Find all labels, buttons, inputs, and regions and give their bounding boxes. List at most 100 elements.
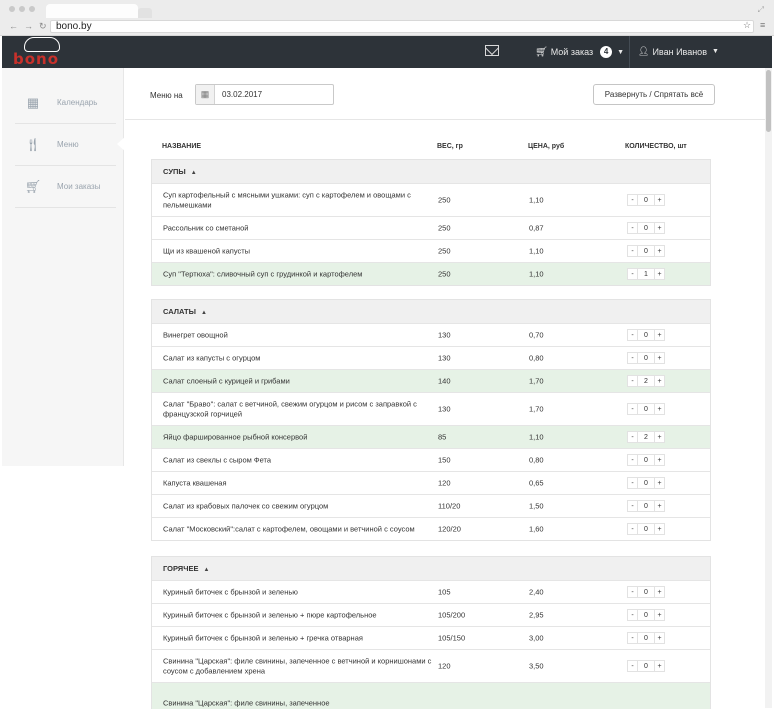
decrement-button[interactable]: - [627,403,638,415]
increment-button[interactable]: + [654,375,665,387]
collapse-toggle-icon[interactable]: ▲ [191,170,197,176]
dish-name: Свинина "Царская": филе свинины, запечен… [163,697,330,707]
quantity-stepper: -2 + [627,431,665,443]
quantity-input[interactable]: 0 [638,500,654,512]
increment-button[interactable]: + [654,586,665,598]
decrement-button[interactable]: - [627,523,638,535]
quantity-input[interactable]: 1 [638,268,654,280]
increment-button[interactable]: + [654,245,665,257]
dish-price: 1,10 [529,432,544,442]
quantity-input[interactable]: 0 [638,454,654,466]
decrement-button[interactable]: - [627,329,638,341]
decrement-button[interactable]: - [627,222,638,234]
increment-button[interactable]: + [654,268,665,280]
reload-icon[interactable]: ↻ [39,21,47,31]
quantity-input[interactable]: 0 [638,245,654,257]
section-header[interactable]: САЛАТЫ ▲ [152,300,710,323]
close-window-button[interactable] [9,6,15,12]
decrement-button[interactable]: - [627,194,638,206]
quantity-input[interactable]: 0 [638,403,654,415]
quantity-input[interactable]: 0 [638,660,654,672]
section-header[interactable]: СУПЫ ▲ [152,160,710,183]
quantity-input[interactable]: 0 [638,329,654,341]
decrement-button[interactable]: - [627,632,638,644]
new-tab-button[interactable] [138,8,152,18]
quantity-input[interactable]: 0 [638,609,654,621]
expand-collapse-all-button[interactable]: Развернуть / Спрятать всё [593,84,715,105]
decrement-button[interactable]: - [627,586,638,598]
increment-button[interactable]: + [654,523,665,535]
decrement-button[interactable]: - [627,454,638,466]
scrollbar-thumb[interactable] [766,70,771,132]
quantity-input[interactable]: 0 [638,352,654,364]
decrement-button[interactable]: - [627,660,638,672]
quantity-input[interactable]: 0 [638,632,654,644]
quantity-stepper: -0 + [627,352,665,364]
dish-weight: 85 [438,432,447,442]
increment-button[interactable]: + [654,477,665,489]
sidebar-item-my-orders[interactable]: 🛒︎ Мои заказы [15,166,116,208]
user-menu-button[interactable]: 👤︎ Иван Иванов ▼ [638,46,719,57]
user-name: Иван Иванов [652,46,707,57]
increment-button[interactable]: + [654,352,665,364]
decrement-button[interactable]: - [627,609,638,621]
table-row: Салат из крабовых палочек со свежим огур… [152,494,710,517]
quantity-stepper: -1 + [627,268,665,280]
back-icon[interactable]: ← [9,21,18,31]
quantity-input[interactable]: 2 [638,375,654,387]
fullscreen-icon[interactable]: ⤢ [758,5,764,15]
collapse-toggle-icon[interactable]: ▲ [201,310,207,316]
quantity-input[interactable]: 0 [638,523,654,535]
mail-icon[interactable] [485,45,499,56]
section-title: ГОРЯЧЕЕ [163,564,199,573]
increment-button[interactable]: + [654,660,665,672]
active-indicator [117,136,126,152]
quantity-stepper: -0 + [627,609,665,621]
forward-icon[interactable]: → [24,21,33,31]
quantity-input[interactable]: 0 [638,477,654,489]
quantity-input[interactable]: 0 [638,194,654,206]
date-picker[interactable]: ▦ 03.02.2017 [195,84,334,105]
quantity-input[interactable]: 2 [638,431,654,443]
collapse-toggle-icon[interactable]: ▲ [203,567,209,573]
decrement-button[interactable]: - [627,500,638,512]
decrement-button[interactable]: - [627,477,638,489]
bono-logo[interactable]: bono [12,36,72,68]
increment-button[interactable]: + [654,431,665,443]
quantity-input[interactable]: 0 [638,222,654,234]
calendar-icon[interactable]: ▦ [196,85,215,104]
increment-button[interactable]: + [654,194,665,206]
browser-menu-icon[interactable]: ≡ [760,20,765,30]
menu-section: САЛАТЫ ▲ Винегрет овощной 130 0,70-0 + Салат и… [151,299,711,541]
minimize-window-button[interactable] [19,6,25,12]
sidebar-item-menu[interactable]: 🍴︎ Меню [15,124,116,166]
fork-knife-icon: 🍴︎ [24,136,42,152]
table-row: Рассольник со сметаной 250 0,87 -0 + [152,216,710,239]
browser-tab[interactable] [46,4,138,18]
increment-button[interactable]: + [654,500,665,512]
sidebar-item-label: Меню [57,140,79,149]
decrement-button[interactable]: - [627,268,638,280]
quantity-input[interactable]: 0 [638,586,654,598]
increment-button[interactable]: + [654,454,665,466]
my-order-button[interactable]: 🛒︎ Мой заказ 4 ▼ [535,46,624,58]
maximize-window-button[interactable] [29,6,35,12]
sidebar-item-calendar[interactable]: ▦ Календарь [15,82,116,124]
increment-button[interactable]: + [654,403,665,415]
section-header[interactable]: ГОРЯЧЕЕ ▲ [152,557,710,580]
dish-price: 2,40 [529,587,544,597]
increment-button[interactable]: + [654,222,665,234]
increment-button[interactable]: + [654,632,665,644]
decrement-button[interactable]: - [627,431,638,443]
decrement-button[interactable]: - [627,245,638,257]
dish-name: Салат "Московский":салат с картофелем, о… [163,524,415,534]
dish-weight: 150 [438,455,451,465]
increment-button[interactable]: + [654,609,665,621]
address-bar[interactable]: bono.by [50,20,754,33]
page-scrollbar[interactable] [765,68,772,708]
decrement-button[interactable]: - [627,375,638,387]
increment-button[interactable]: + [654,329,665,341]
decrement-button[interactable]: - [627,352,638,364]
bookmark-star-icon[interactable]: ☆ [743,20,751,31]
calendar-icon: ▦ [26,94,40,110]
